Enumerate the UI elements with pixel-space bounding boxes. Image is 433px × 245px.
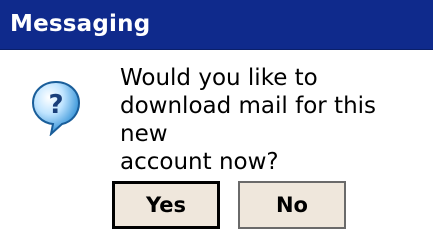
question-icon: ? — [31, 80, 81, 136]
window-title: Messaging — [10, 11, 151, 37]
messaging-dialog: Messaging ? Would you like to download m… — [0, 0, 433, 245]
yes-button[interactable]: Yes — [112, 181, 220, 229]
title-bar: Messaging — [0, 0, 433, 50]
dialog-message: Would you like to download mail for this… — [120, 65, 377, 175]
svg-text:?: ? — [48, 90, 63, 120]
no-button[interactable]: No — [238, 181, 346, 229]
